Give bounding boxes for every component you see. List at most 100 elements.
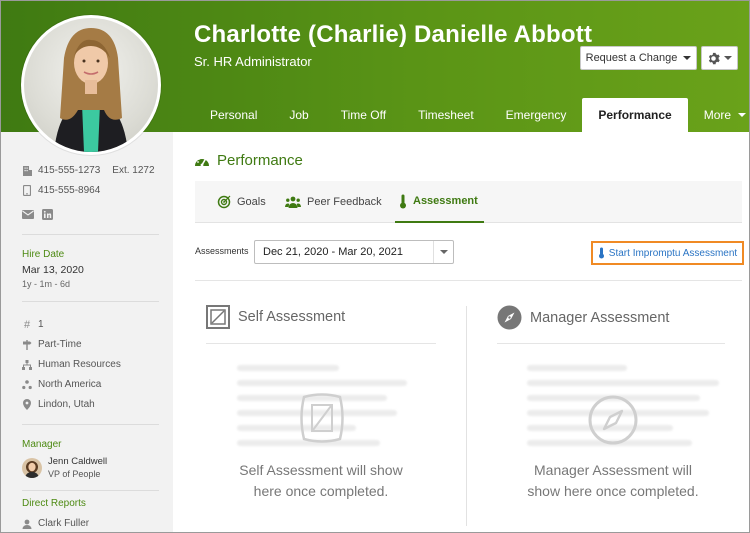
manager-assessment-empty-line-1: Manager Assessment will — [534, 462, 692, 478]
target-icon — [217, 195, 231, 209]
sidebar-divider — [22, 490, 159, 491]
sidebar-divider — [22, 234, 159, 235]
request-change-button[interactable]: Request a Change — [580, 46, 697, 70]
self-assessment-empty-line-1: Self Assessment will show — [239, 462, 403, 478]
profile-sidebar: 415-555-1273 Ext. 1272 415-555-8964 Hire… — [1, 132, 173, 532]
tab-personal[interactable]: Personal — [194, 98, 273, 132]
panel-divider — [497, 343, 725, 344]
avatar-photo — [24, 18, 158, 152]
subtab-peer-feedback-label: Peer Feedback — [307, 196, 382, 208]
compass-icon — [588, 395, 638, 445]
self-assessment-title: Self Assessment — [206, 305, 345, 329]
linkedin-icon[interactable] — [42, 208, 53, 220]
chevron-down-icon — [724, 56, 732, 60]
tab-job[interactable]: Job — [273, 98, 324, 132]
employment-type-row: Part-Time — [22, 339, 82, 350]
direct-reports-label: Direct Reports — [22, 498, 86, 509]
chevron-down-icon — [683, 56, 692, 60]
email-icon[interactable] — [22, 209, 34, 219]
division-row: North America — [22, 379, 101, 390]
tenure: 1y - 1m - 6d — [22, 279, 71, 289]
chevron-down-icon — [738, 113, 747, 117]
manager-label: Manager — [22, 439, 62, 450]
user-icon — [22, 519, 32, 529]
people-icon — [285, 196, 301, 208]
manager-assessment-title: Manager Assessment — [497, 305, 669, 330]
hire-date-label: Hire Date — [22, 249, 65, 260]
employment-type: Part-Time — [38, 339, 82, 350]
tab-performance[interactable]: Performance — [582, 98, 688, 132]
employee-number: 1 — [38, 319, 44, 330]
settings-menu-button[interactable] — [701, 46, 738, 70]
manager-card[interactable]: Jenn Caldwell VP of People — [22, 456, 159, 484]
self-assessment-empty-line-2: here once completed. — [253, 483, 389, 499]
thermometer-icon — [598, 247, 604, 259]
assessments-label: Assessments — [195, 246, 249, 256]
app-window: Charlotte (Charlie) Danielle Abbott Sr. … — [0, 0, 750, 533]
work-phone: 415-555-1273 — [38, 165, 101, 176]
division-icon — [22, 379, 32, 390]
subtab-goals[interactable]: Goals — [217, 181, 266, 223]
panel-divider — [206, 343, 436, 344]
manager-assessment-title-text: Manager Assessment — [530, 309, 670, 326]
page-title: Performance — [194, 152, 303, 169]
subtab-assessment[interactable]: Assessment — [395, 181, 484, 223]
mobile-phone: 415-555-8964 — [38, 185, 101, 196]
gauge-icon — [195, 156, 209, 166]
self-assessment-empty-message: Self Assessment will show here once comp… — [221, 460, 421, 502]
start-impromptu-assessment-link[interactable]: Start Impromptu Assessment — [591, 241, 744, 265]
direct-report-item[interactable]: Clark Fuller — [22, 518, 89, 529]
sidebar-divider — [22, 301, 159, 302]
subtab-goals-label: Goals — [237, 196, 266, 208]
location: Lindon, Utah — [38, 399, 95, 410]
tab-emergency[interactable]: Emergency — [490, 98, 583, 132]
start-impromptu-assessment-label: Start Impromptu Assessment — [608, 247, 738, 259]
column-separator — [466, 306, 467, 526]
tab-time-off[interactable]: Time Off — [325, 98, 402, 132]
picture-frame-icon — [206, 305, 230, 329]
mobile-phone-icon — [22, 185, 32, 196]
division: North America — [38, 379, 102, 390]
department-row: Human Resources — [22, 359, 121, 370]
hire-date: Mar 13, 2020 — [22, 264, 84, 276]
employee-name: Charlotte (Charlie) Danielle Abbott — [194, 21, 593, 48]
signpost-icon — [22, 339, 32, 350]
subtab-assessment-label: Assessment — [413, 195, 478, 207]
manager-title: VP of People — [48, 469, 101, 479]
picture-frame-icon — [300, 393, 344, 443]
tab-more-label: More — [703, 108, 732, 122]
assessment-period-value: Dec 21, 2020 - Mar 20, 2021 — [263, 246, 404, 258]
direct-report-name: Clark Fuller — [38, 518, 90, 529]
section-divider — [195, 280, 742, 281]
hash-icon: # — [23, 318, 31, 331]
mobile-phone-row: 415-555-8964 — [22, 185, 100, 196]
compass-icon — [497, 305, 522, 330]
gear-icon — [708, 52, 720, 64]
department: Human Resources — [38, 359, 121, 370]
org-chart-icon — [22, 359, 32, 370]
phone-extension: Ext. 1272 — [112, 165, 155, 176]
avatar[interactable] — [21, 15, 161, 155]
manager-assessment-empty-message: Manager Assessment will show here once c… — [506, 460, 720, 502]
manager-avatar — [22, 458, 42, 478]
request-change-label: Request a Change — [585, 52, 678, 64]
employee-title: Sr. HR Administrator — [194, 54, 312, 69]
performance-subtabs: Goals Peer Feedback Assessment — [195, 181, 742, 223]
tab-more[interactable]: More — [688, 98, 749, 132]
tab-timesheet[interactable]: Timesheet — [402, 98, 490, 132]
work-phone-row: 415-555-1273 Ext. 1272 — [22, 165, 155, 176]
chevron-down-icon — [433, 241, 453, 263]
page-title-text: Performance — [217, 152, 303, 169]
assessment-period-select[interactable]: Dec 21, 2020 - Mar 20, 2021 — [254, 240, 454, 264]
employee-number-row: # 1 — [22, 318, 44, 331]
thermometer-icon — [400, 194, 406, 208]
subtab-peer-feedback[interactable]: Peer Feedback — [285, 181, 382, 223]
manager-assessment-empty-line-2: show here once completed. — [527, 483, 699, 499]
building-icon — [22, 165, 32, 176]
self-assessment-title-text: Self Assessment — [238, 309, 346, 325]
profile-tabs: Personal Job Time Off Timesheet Emergenc… — [194, 98, 749, 132]
contact-links — [22, 208, 53, 220]
map-pin-icon — [22, 399, 32, 410]
manager-name: Jenn Caldwell — [48, 456, 108, 467]
sidebar-divider — [22, 424, 159, 425]
